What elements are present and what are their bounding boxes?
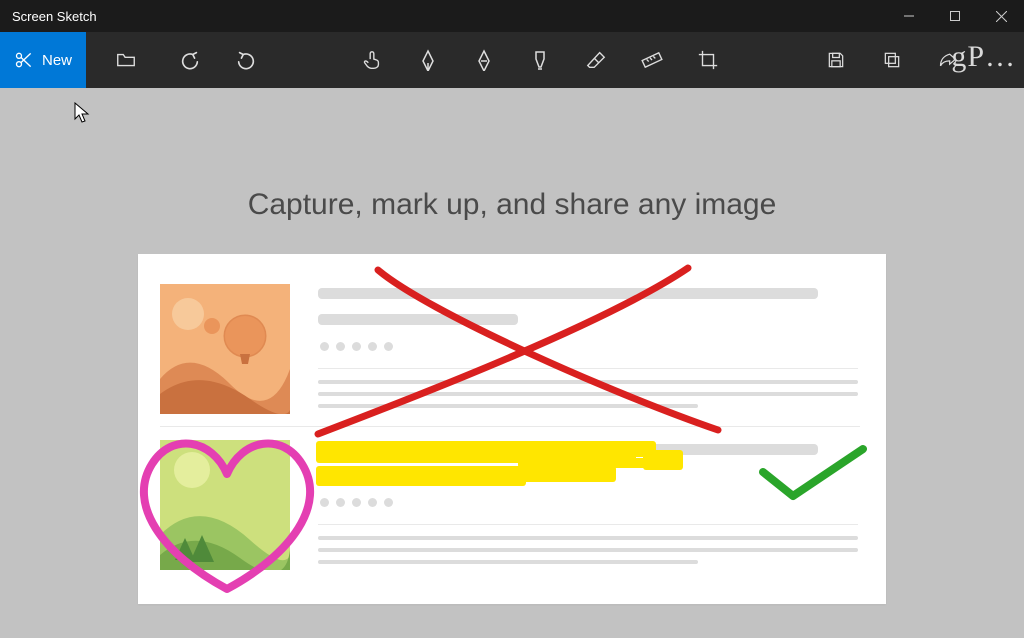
titlebar: Screen Sketch xyxy=(0,0,1024,32)
new-button[interactable]: New xyxy=(0,32,86,88)
undo-icon xyxy=(179,49,201,71)
touch-icon xyxy=(361,49,383,71)
ruler-button[interactable] xyxy=(624,32,680,88)
new-button-label: New xyxy=(42,52,72,69)
copy-icon xyxy=(882,50,902,70)
open-button[interactable] xyxy=(98,32,154,88)
save-button[interactable] xyxy=(808,32,864,88)
pen-icon xyxy=(418,49,438,71)
app-window: Screen Sketch New xyxy=(0,0,1024,638)
share-icon xyxy=(937,50,959,70)
crop-button[interactable] xyxy=(680,32,736,88)
toolbar: New xyxy=(0,32,1024,88)
maximize-button[interactable] xyxy=(932,0,978,32)
redo-button[interactable] xyxy=(218,32,274,88)
content-area: Capture, mark up, and share any image xyxy=(0,88,1024,638)
red-x-mark xyxy=(308,262,738,442)
close-button[interactable] xyxy=(978,0,1024,32)
green-check-mark xyxy=(758,444,868,504)
eraser-icon xyxy=(585,49,607,71)
copy-button[interactable] xyxy=(864,32,920,88)
snip-icon xyxy=(14,50,34,70)
eraser-button[interactable] xyxy=(568,32,624,88)
crop-icon xyxy=(697,49,719,71)
share-button[interactable] xyxy=(920,32,976,88)
highlighter-button[interactable] xyxy=(512,32,568,88)
pencil-button[interactable] xyxy=(456,32,512,88)
mouse-cursor xyxy=(74,102,90,122)
window-controls xyxy=(886,0,1024,32)
illustration-card xyxy=(138,254,886,604)
ballpoint-pen-button[interactable] xyxy=(400,32,456,88)
touch-writing-button[interactable] xyxy=(344,32,400,88)
undo-button[interactable] xyxy=(162,32,218,88)
pink-heart-mark xyxy=(132,424,322,599)
save-icon xyxy=(826,50,846,70)
ruler-icon xyxy=(641,49,663,71)
window-title: Screen Sketch xyxy=(0,9,97,24)
folder-icon xyxy=(115,49,137,71)
page-headline: Capture, mark up, and share any image xyxy=(0,188,1024,222)
minimize-button[interactable] xyxy=(886,0,932,32)
highlighter-icon xyxy=(530,49,550,71)
illustration-thumb-sunset xyxy=(160,284,290,414)
redo-icon xyxy=(235,49,257,71)
pencil-icon xyxy=(474,49,494,71)
